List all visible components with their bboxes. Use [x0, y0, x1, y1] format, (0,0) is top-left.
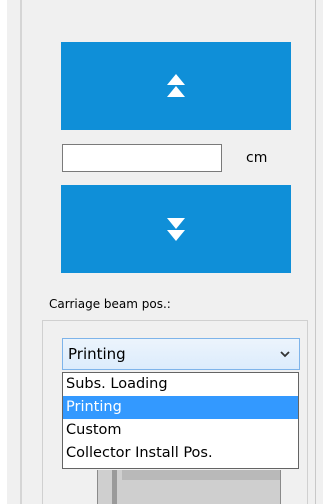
chevron-down-icon [280, 351, 290, 358]
move-down-button[interactable] [61, 185, 291, 273]
distance-input[interactable] [62, 144, 222, 172]
carriage-beam-label: Carriage beam pos.: [47, 297, 173, 311]
control-top [122, 470, 280, 480]
carriage-position-combobox[interactable]: Printing [62, 338, 300, 370]
partially-hidden-control [97, 470, 281, 504]
distance-unit-label: cm [246, 150, 268, 166]
dropdown-option[interactable]: Subs. Loading [63, 373, 298, 396]
left-panel-edge [0, 0, 7, 504]
control-edge [112, 470, 117, 504]
left-panel-gap [7, 0, 20, 504]
move-up-button[interactable] [61, 42, 291, 130]
double-chevron-up-icon [167, 74, 185, 97]
double-chevron-down-icon [167, 218, 185, 241]
dropdown-option[interactable]: Collector Install Pos. [63, 442, 298, 465]
combobox-selected-value: Printing [68, 345, 126, 363]
panel-divider [20, 0, 22, 504]
dropdown-option[interactable]: Custom [63, 419, 298, 442]
panel-right-edge [315, 0, 316, 504]
dropdown-option-selected[interactable]: Printing [63, 396, 298, 419]
carriage-position-dropdown: Subs. Loading Printing Custom Collector … [62, 372, 299, 469]
